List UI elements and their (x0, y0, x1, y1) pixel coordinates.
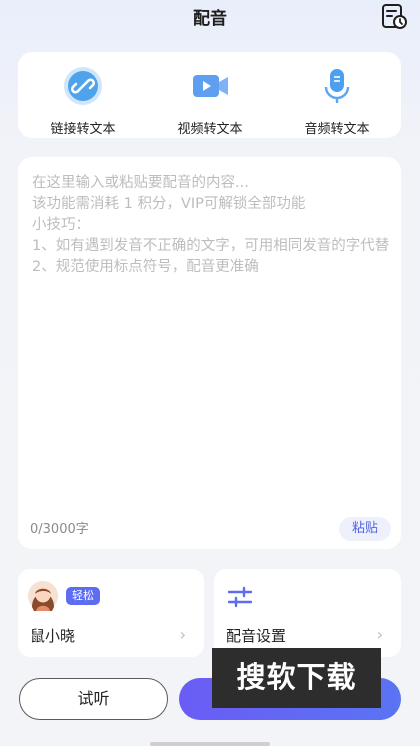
video-to-text-label: 视频转文本 (177, 122, 243, 137)
paste-button[interactable]: 粘贴 (339, 517, 391, 541)
title-bar: 配音 (0, 0, 420, 40)
dubbing-settings[interactable]: 配音设置 › (214, 569, 401, 657)
settings-label: 配音设置 (226, 627, 287, 645)
sliders-icon (227, 586, 253, 608)
text-editor[interactable]: 在这里输入或粘贴要配音的内容... 该功能需消耗 1 积分，VIP可解锁全部功能… (18, 157, 401, 549)
video-to-text-button[interactable]: 视频转文本 (155, 66, 265, 137)
avatar (28, 581, 58, 611)
voice-selector[interactable]: 轻松 鼠小晓 › (18, 569, 204, 657)
home-indicator (150, 742, 270, 746)
editor-placeholder: 在这里输入或粘贴要配音的内容... 该功能需消耗 1 积分，VIP可解锁全部功能… (32, 173, 390, 278)
voice-style-badge: 轻松 (66, 587, 100, 605)
video-icon (193, 75, 228, 97)
chevron-right-icon: › (179, 625, 186, 644)
placeholder-line: 在这里输入或粘贴要配音的内容... (32, 175, 249, 191)
link-icon (64, 67, 102, 105)
preview-listen-button[interactable]: 试听 (19, 678, 168, 720)
document-clock-icon (382, 4, 407, 29)
audio-to-text-label: 音频转文本 (304, 122, 370, 137)
page-title: 配音 (193, 9, 227, 29)
char-counter: 0/3000字 (30, 522, 89, 537)
link-to-text-button[interactable]: 链接转文本 (28, 66, 138, 137)
microphone-icon (324, 69, 350, 103)
history-button[interactable] (380, 2, 408, 30)
placeholder-line: 1、如有遇到发音不正确的文字，可用相同发音的字代替 (32, 238, 390, 254)
placeholder-line: 小技巧： (32, 217, 90, 233)
audio-to-text-button[interactable]: 音频转文本 (282, 66, 392, 137)
voice-name: 鼠小晓 (30, 627, 76, 645)
placeholder-line: 2、规范使用标点符号，配音更准确 (32, 259, 259, 275)
placeholder-line: 该功能需消耗 1 积分，VIP可解锁全部功能 (32, 196, 306, 212)
convert-tools-card: 链接转文本 视频转文本 音频转文本 (18, 52, 401, 138)
chevron-right-icon: › (376, 625, 383, 644)
link-to-text-label: 链接转文本 (50, 122, 116, 137)
watermark: 搜软下载 (212, 648, 381, 708)
